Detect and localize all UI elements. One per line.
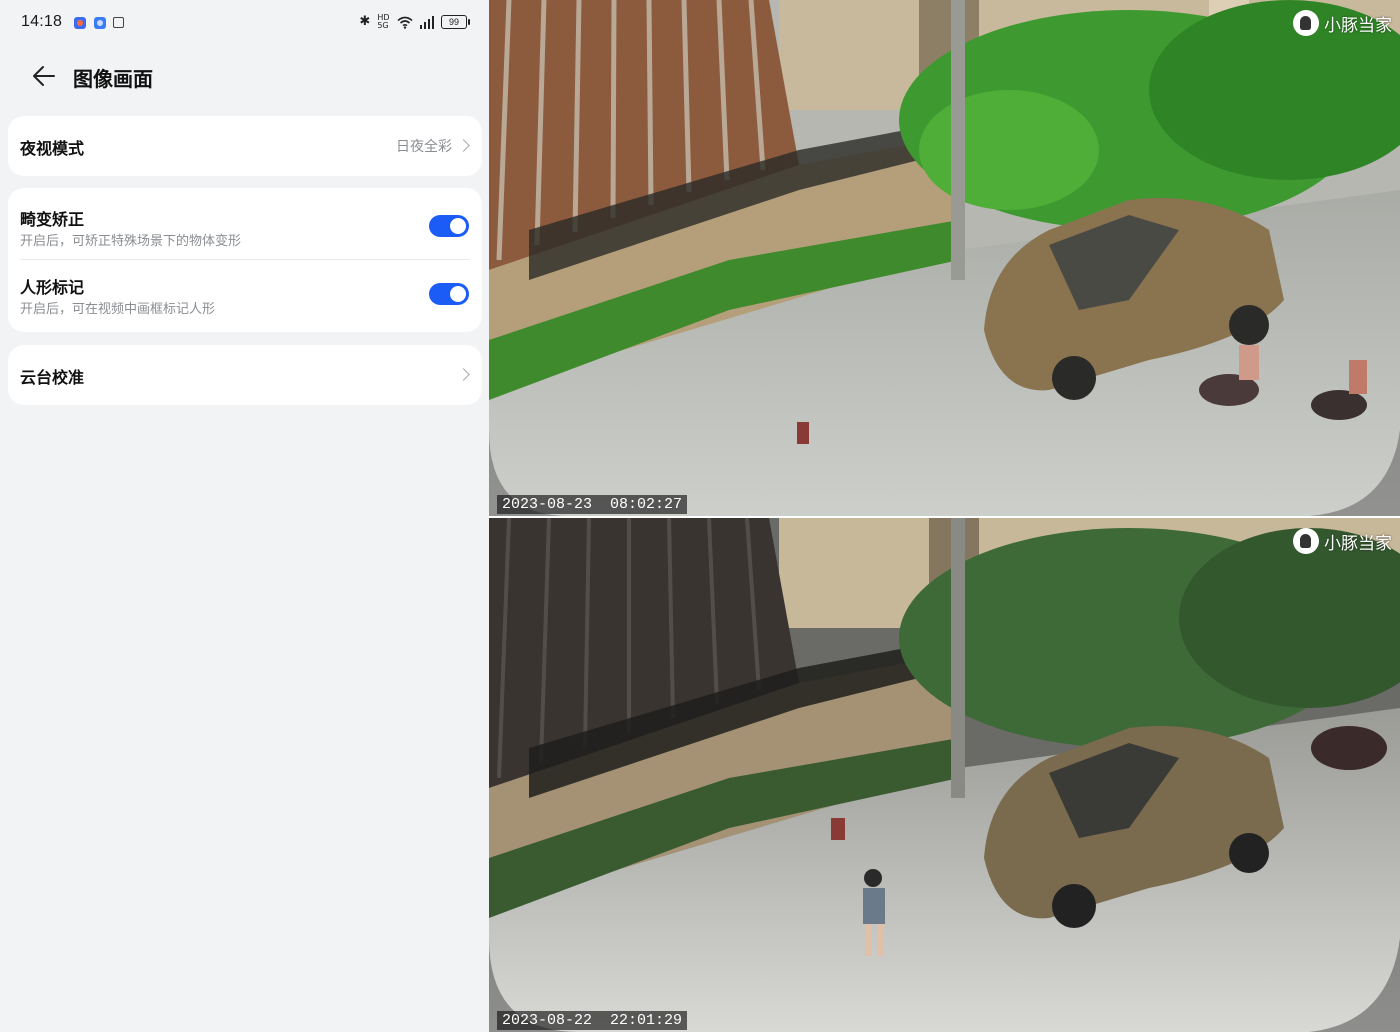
status-time: 14:18: [21, 13, 63, 30]
bluetooth-icon: ✱: [359, 14, 371, 29]
divider: [20, 259, 470, 260]
camera-timestamp: 2023-08-22 22:01:29: [497, 1011, 688, 1030]
status-bar: 14:18 ✱ HD 5G 99: [0, 0, 489, 48]
human-mark-desc: 开启后，可在视频中画框标记人形: [20, 302, 216, 317]
distortion-correction-toggle[interactable]: [429, 215, 469, 237]
app-notification-icon: [74, 17, 86, 29]
toggle-knob: [450, 286, 466, 302]
brand-logo-icon: [1293, 528, 1319, 554]
camera-brand-watermark: 小豚当家: [1293, 10, 1392, 36]
back-arrow-icon[interactable]: [30, 62, 58, 90]
ptz-calibration-label: 云台校准: [20, 368, 85, 387]
wifi-icon: [396, 16, 413, 29]
settings-screen: 14:18 ✱ HD 5G 99 图像画面 夜视模式 日夜全彩 畸变矫正 开启后…: [0, 0, 489, 1032]
camera-brand-watermark: 小豚当家: [1293, 528, 1392, 554]
human-mark-label: 人形标记: [20, 278, 85, 297]
camera-timestamp: 2023-08-23 08:02:27: [497, 495, 688, 514]
page-title: 图像画面: [73, 67, 153, 91]
brand-name: 小豚当家: [1324, 15, 1392, 36]
battery-icon: 99: [441, 15, 470, 29]
night-mode-row[interactable]: 夜视模式 日夜全彩: [8, 116, 482, 176]
app-notification-icon: [94, 17, 106, 29]
brand-logo-icon: [1293, 10, 1319, 36]
night-mode-value: 日夜全彩: [396, 139, 452, 155]
distortion-correction-label: 畸变矫正: [20, 210, 85, 229]
night-scene-image: [489, 518, 1400, 1032]
brand-name: 小豚当家: [1324, 533, 1392, 554]
status-icons: ✱ HD 5G 99: [359, 12, 470, 32]
day-scene-image: [489, 0, 1400, 516]
toggle-knob: [450, 218, 466, 234]
ptz-calibration-row[interactable]: 云台校准: [8, 345, 482, 405]
nfc-icon: [113, 17, 124, 28]
signal-icon: [419, 15, 434, 29]
distortion-correction-desc: 开启后，可矫正特殊场景下的物体变形: [20, 234, 242, 249]
camera-view-day: 小豚当家 2023-08-23 08:02:27: [489, 0, 1400, 516]
image-options-group: 畸变矫正 开启后，可矫正特殊场景下的物体变形 人形标记 开启后，可在视频中画框标…: [8, 188, 482, 332]
chevron-right-icon: [457, 368, 470, 381]
network-type: HD 5G: [377, 13, 390, 30]
human-mark-toggle[interactable]: [429, 283, 469, 305]
page-header: 图像画面: [0, 52, 489, 100]
camera-view-night: 小豚当家 2023-08-22 22:01:29: [489, 518, 1400, 1032]
chevron-right-icon: [457, 139, 470, 152]
night-mode-label: 夜视模式: [20, 139, 85, 158]
